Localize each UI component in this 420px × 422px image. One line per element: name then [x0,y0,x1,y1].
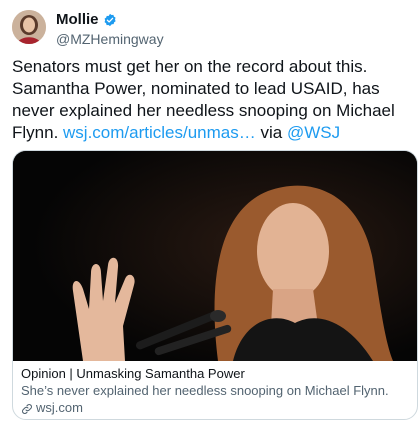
author-block: Mollie @MZHemingway [56,11,164,48]
author-name-row: Mollie [56,11,164,29]
tweet-article-link[interactable]: wsj.com/articles/unmas… [63,123,256,142]
avatar[interactable] [12,10,46,44]
avatar-photo [12,10,46,44]
card-description: She’s never explained her needless snoop… [21,383,389,398]
card-title[interactable]: Opinion | Unmasking Samantha Power [21,365,409,382]
tweet[interactable]: Mollie @MZHemingway Senators must get he… [0,0,420,422]
card-meta[interactable]: Opinion | Unmasking Samantha Power She’s… [13,361,417,416]
card-domain-row: wsj.com [21,399,409,416]
link-preview-card[interactable]: Opinion | Unmasking Samantha Power She’s… [12,150,418,420]
verified-badge-icon [103,13,117,27]
link-icon [21,402,33,414]
wsj-mention-link[interactable]: @WSJ [287,123,340,142]
tweet-via-text: via [255,123,287,142]
tweet-text: Senators must get her on the record abou… [12,56,412,144]
author-handle[interactable]: @MZHemingway [56,31,164,48]
card-photo [13,151,417,361]
card-image[interactable] [13,151,417,361]
card-domain: wsj.com [36,400,83,415]
author-display-name[interactable]: Mollie [56,11,99,29]
